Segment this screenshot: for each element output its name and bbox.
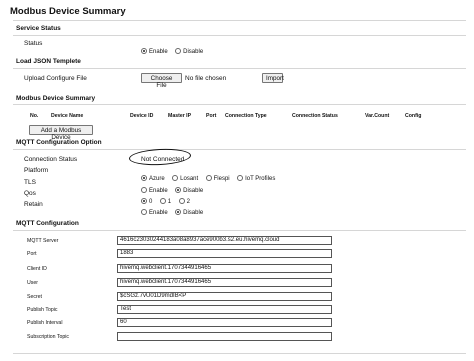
modbus-summary-title: Modbus Device Summary: [16, 95, 96, 102]
connection-status-label: Connection Status: [24, 156, 78, 163]
user-input[interactable]: hivemq.webclient.1707344916465: [117, 278, 332, 287]
retain-disable-radio[interactable]: [175, 209, 182, 215]
col-no: No.: [30, 113, 39, 119]
retain-radio-group: Enable Disable: [141, 201, 206, 219]
port-label: Port: [27, 251, 37, 257]
modbus-summary-divider: [13, 104, 466, 105]
service-status-title: Service Status: [16, 25, 61, 32]
qos-label: Qos: [24, 190, 36, 197]
page-title: Modbus Device Summary: [10, 6, 126, 17]
publish-topic-input[interactable]: Test: [117, 305, 332, 314]
retain-disable-option[interactable]: Disable: [175, 209, 203, 216]
mqtt-server-input[interactable]: 4616c23030244183a08a8937ace900b3.s2.eu.h…: [117, 236, 332, 245]
subscription-topic-input[interactable]: [117, 332, 332, 341]
highlight-circle-annotation: [128, 147, 192, 167]
status-enable-radio[interactable]: [141, 48, 147, 54]
col-connection-type: Connection Type: [225, 113, 267, 119]
choose-file-button[interactable]: Choose File: [141, 73, 182, 89]
retain-label: Retain: [24, 201, 43, 208]
upload-config-label: Upload Configure File: [24, 75, 87, 82]
client-id-input[interactable]: hivemq.webclient.1707344916465: [117, 264, 332, 273]
col-config: Config: [405, 113, 422, 119]
tls-label: TLS: [24, 179, 36, 186]
load-json-title: Load JSON Templete: [16, 58, 81, 65]
retain-enable-option[interactable]: Enable: [141, 209, 168, 216]
title-divider: [13, 20, 466, 21]
add-modbus-device-button[interactable]: Add a Modbus Device: [29, 125, 93, 141]
platform-iot-profiles-option[interactable]: IoT Profiles: [237, 175, 275, 182]
retain-enable-radio[interactable]: [141, 209, 147, 215]
col-connection-status: Connection Status: [292, 113, 338, 119]
publish-interval-input[interactable]: 60: [117, 318, 332, 327]
mqtt-server-label: MQTT Server: [27, 238, 59, 244]
col-device-name: Device Name: [51, 113, 84, 119]
mqtt-option-divider: [13, 149, 466, 150]
mqtt-option-title: MQTT Configuration Option: [16, 139, 102, 146]
bottom-divider: [13, 353, 466, 354]
secret-label: Secret: [27, 294, 42, 300]
publish-topic-label: Publish Topic: [27, 307, 58, 313]
status-disable-option[interactable]: Disable: [175, 48, 203, 55]
col-master-ip: Master IP: [168, 113, 192, 119]
mqtt-config-title: MQTT Configuration: [16, 220, 79, 227]
user-label: User: [27, 280, 38, 286]
publish-interval-label: Publish Interval: [27, 320, 63, 326]
no-file-chosen-text: No file chosen: [185, 75, 227, 82]
status-disable-radio[interactable]: [175, 48, 182, 54]
platform-flespi-radio[interactable]: [205, 175, 212, 181]
status-label: Status: [24, 40, 43, 47]
import-button[interactable]: Import: [262, 73, 284, 83]
platform-label: Platform: [24, 167, 49, 174]
col-device-id: Device ID: [130, 113, 154, 119]
port-input[interactable]: 1883: [117, 249, 332, 258]
load-json-divider: [13, 68, 466, 69]
col-port: Port: [206, 113, 217, 119]
platform-flespi-option[interactable]: Flespi: [205, 175, 230, 182]
subscription-topic-label: Subscription Topic: [27, 334, 70, 340]
status-radio-group: Enable Disable: [141, 40, 206, 58]
client-id-label: Client ID: [27, 266, 47, 272]
service-status-divider: [13, 35, 466, 36]
mqtt-config-divider: [13, 230, 466, 231]
platform-iot-profiles-radio[interactable]: [237, 175, 244, 181]
col-var-count: Var.Count: [365, 113, 390, 119]
status-enable-option[interactable]: Enable: [141, 48, 168, 55]
secret-input[interactable]: $cSGz.7vU01D9mdIB<P: [117, 292, 332, 301]
